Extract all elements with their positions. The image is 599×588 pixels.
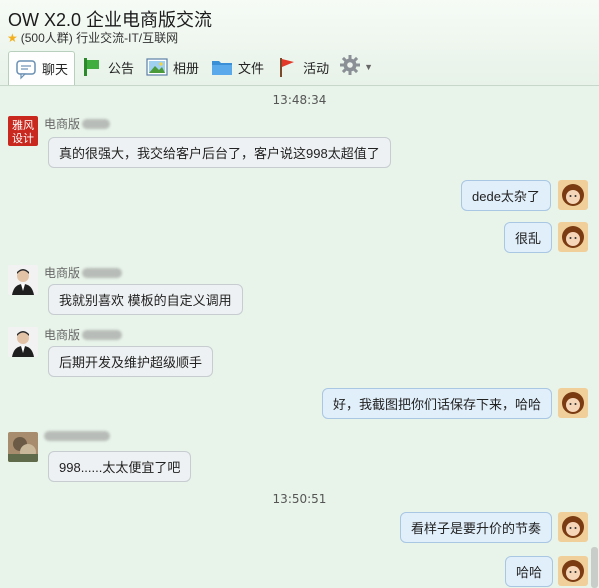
tab-activity[interactable]: 活动 xyxy=(270,51,335,83)
sender-name: 电商版 xyxy=(44,115,111,132)
settings-menu-button[interactable]: ▼ xyxy=(339,51,373,83)
message-bubble: 好，我截图把你们话保存下来，哈哈 xyxy=(322,388,553,419)
message-bubble: 我就别喜欢 模板的自定义调用 xyxy=(48,284,243,315)
chevron-down-icon: ▼ xyxy=(364,62,373,72)
sender-name: 电商版 xyxy=(44,264,123,281)
avatar[interactable] xyxy=(558,180,588,210)
avatar[interactable] xyxy=(8,265,38,295)
megaphone-icon xyxy=(81,56,103,78)
avatar[interactable]: 雅风 设计 xyxy=(8,116,38,146)
message-bubble: 很乱 xyxy=(504,222,553,253)
tab-chat-label: 聊天 xyxy=(42,62,69,77)
redacted-name xyxy=(82,118,111,129)
avatar[interactable] xyxy=(558,388,588,418)
message-bubble: 看样子是要升价的节奏 xyxy=(400,512,553,543)
message-bubble: 真的很强大，我交给客户后台了，客户说这998太超值了 xyxy=(48,137,391,168)
avatar[interactable] xyxy=(8,327,38,357)
group-info: ★ (500人群) 行业交流-IT/互联网 xyxy=(7,29,178,46)
sender-name xyxy=(44,431,110,441)
sender-name-text: 电商版 xyxy=(44,266,81,280)
folder-icon xyxy=(211,56,233,78)
chat-window-header: OW X2.0 企业电商版交流 ★ (500人群) 行业交流-IT/互联网 聊天 xyxy=(0,0,599,87)
timestamp: 13:48:34 xyxy=(272,93,327,107)
message-bubble: 哈哈 xyxy=(505,556,554,587)
tab-announcement-label: 公告 xyxy=(108,60,135,76)
sender-name-text: 电商版 xyxy=(44,117,81,131)
photo-icon xyxy=(146,56,168,78)
avatar[interactable] xyxy=(558,512,588,542)
gear-icon xyxy=(339,54,361,81)
group-toolbar: 聊天 公告 相册 文件 活动 ▼ xyxy=(0,50,599,85)
redacted-name xyxy=(82,267,123,278)
tab-activity-label: 活动 xyxy=(303,60,330,76)
tab-announcement[interactable]: 公告 xyxy=(75,51,140,83)
chat-bubble-icon xyxy=(15,58,37,80)
message-bubble: 后期开发及维护超级顺手 xyxy=(48,346,214,377)
timestamp: 13:50:51 xyxy=(272,492,327,506)
sender-name-text: 电商版 xyxy=(44,328,81,342)
flag-icon xyxy=(276,56,298,78)
tab-files[interactable]: 文件 xyxy=(205,51,270,83)
scrollbar-thumb[interactable] xyxy=(591,547,598,588)
message-bubble: dede太杂了 xyxy=(461,180,551,211)
tab-files-label: 文件 xyxy=(238,60,265,76)
tab-chat[interactable]: 聊天 xyxy=(8,51,76,85)
star-icon: ★ xyxy=(7,30,18,45)
redacted-name xyxy=(44,431,110,441)
sender-name: 电商版 xyxy=(44,326,123,343)
redacted-name xyxy=(82,329,123,340)
avatar[interactable] xyxy=(558,556,588,586)
chat-message-area[interactable]: 13:48:34 雅风 设计 电商版 真的很强大，我交给客户后台了，客户说这99… xyxy=(0,86,599,588)
tab-album-label: 相册 xyxy=(173,60,200,76)
avatar[interactable] xyxy=(8,432,38,462)
svg-text:设计: 设计 xyxy=(12,132,34,145)
svg-text:雅风: 雅风 xyxy=(12,118,34,132)
avatar[interactable] xyxy=(558,222,588,252)
message-bubble: 998......太太便宜了吧 xyxy=(48,451,192,482)
tab-album[interactable]: 相册 xyxy=(140,51,205,83)
group-info-text: (500人群) 行业交流-IT/互联网 xyxy=(20,31,179,45)
